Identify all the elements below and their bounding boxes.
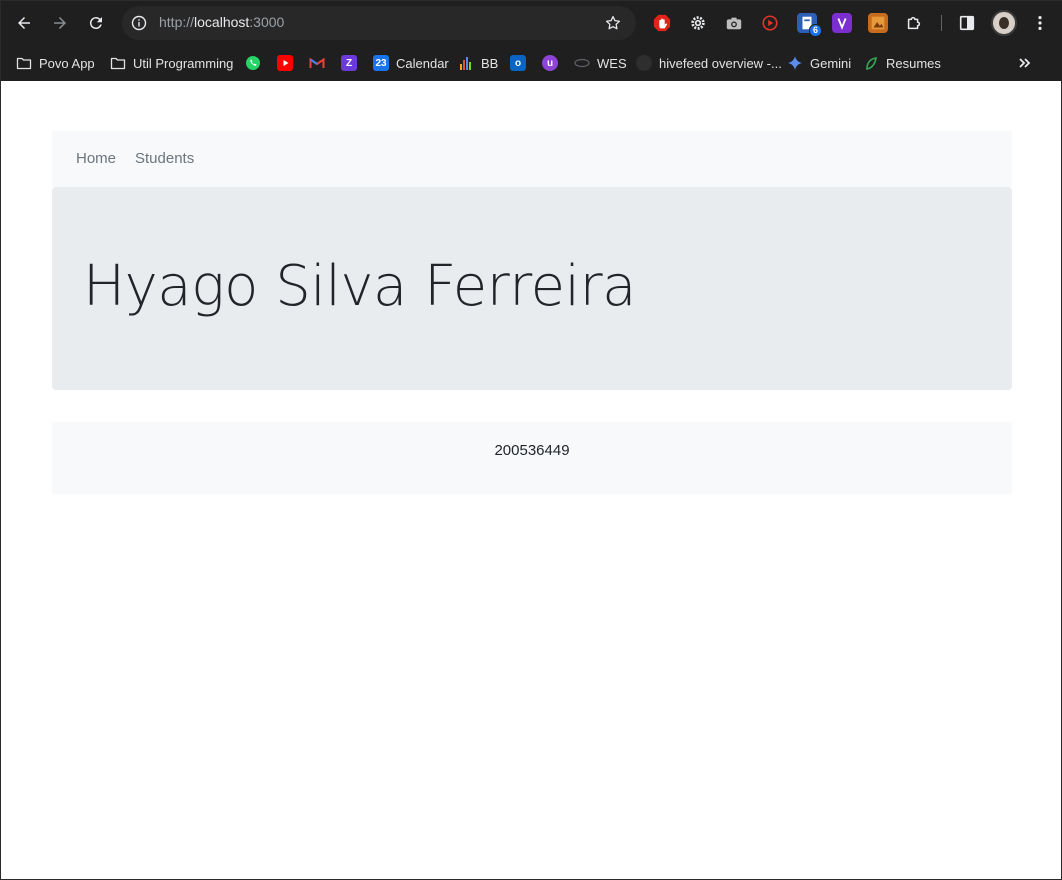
bookmark-gemini[interactable]: Gemini xyxy=(787,53,851,73)
student-name: Hyago Silva Ferreira xyxy=(83,254,636,319)
url-scheme: http:// xyxy=(159,14,195,30)
bookmark-label: BB xyxy=(481,55,499,71)
youtube-icon[interactable] xyxy=(277,55,293,71)
bookmark-povo-app[interactable]: Povo App xyxy=(16,53,95,73)
bookmark-label: Calendar xyxy=(396,55,449,71)
camera-icon[interactable] xyxy=(724,13,744,33)
url-host: localhost xyxy=(194,14,250,30)
bookmark-hivefeed[interactable]: hivefeed overview -... xyxy=(636,53,782,73)
leaf-icon xyxy=(863,55,879,71)
bar-chart-icon xyxy=(458,55,474,71)
photo-extension-icon[interactable] xyxy=(868,13,888,33)
side-panel-icon[interactable] xyxy=(957,13,977,33)
forward-arrow-icon xyxy=(54,17,66,29)
more-bookmarks-icon[interactable] xyxy=(1017,55,1033,71)
bookmark-star-icon[interactable] xyxy=(604,14,622,32)
profile-avatar[interactable] xyxy=(991,10,1017,36)
back-arrow-icon xyxy=(18,17,30,29)
bookmark-util-programming[interactable]: Util Programming xyxy=(110,53,233,73)
bookmark-label: WES xyxy=(597,55,627,71)
bookmark-label: hivefeed overview -... xyxy=(659,55,782,71)
nav-link-home[interactable]: Home xyxy=(76,150,116,167)
u-app-icon[interactable]: u xyxy=(542,55,558,71)
z-app-icon[interactable]: Z xyxy=(341,55,357,71)
gemini-icon xyxy=(787,55,803,71)
extension-badge-icon[interactable]: 6 xyxy=(797,13,822,37)
site-info-icon[interactable] xyxy=(131,15,147,31)
bookmark-bb[interactable]: BB xyxy=(458,53,498,73)
outlook-icon[interactable]: o xyxy=(510,55,526,71)
back-button[interactable] xyxy=(12,11,36,35)
puzzle-icon[interactable] xyxy=(904,13,924,33)
menu-kebab-icon[interactable] xyxy=(1030,13,1050,33)
wes-icon xyxy=(574,55,590,71)
extension-badge-count: 6 xyxy=(808,24,822,37)
bookmark-label: Povo App xyxy=(39,55,95,71)
folder-icon xyxy=(16,55,32,71)
bookmark-resumes[interactable]: Resumes xyxy=(863,53,941,73)
student-info-card: 200536449 xyxy=(52,422,1012,494)
gmail-icon[interactable] xyxy=(309,55,325,71)
calendar-icon: 23 xyxy=(373,55,389,71)
bookmark-label: Resumes xyxy=(886,55,941,71)
url-text[interactable]: http://localhost:3000 xyxy=(159,14,284,30)
bookmark-wes[interactable]: WES xyxy=(574,53,627,73)
hivefeed-icon xyxy=(636,55,652,71)
browser-chrome: http://localhost:3000 6 Povo App Util Pr… xyxy=(1,1,1062,81)
folder-icon xyxy=(110,55,126,71)
toolbar-separator xyxy=(941,15,942,31)
reload-icon xyxy=(89,17,102,30)
gear-icon[interactable] xyxy=(688,13,708,33)
bookmarks-bar: Povo App Util Programming Z 23 Calendar … xyxy=(1,45,1062,81)
reload-button[interactable] xyxy=(84,11,108,35)
address-bar[interactable]: http://localhost:3000 xyxy=(122,6,636,40)
nav-link-students[interactable]: Students xyxy=(135,150,194,167)
forward-button[interactable] xyxy=(48,11,72,35)
page-viewport: Home Students Hyago Silva Ferreira 20053… xyxy=(1,81,1061,879)
adblock-icon[interactable] xyxy=(652,13,672,33)
v-extension-icon[interactable] xyxy=(832,13,852,33)
record-icon[interactable] xyxy=(760,13,780,33)
top-navbar: Home Students xyxy=(52,131,1012,187)
whatsapp-icon[interactable] xyxy=(245,55,261,71)
bookmark-label: Util Programming xyxy=(133,55,234,71)
browser-toolbar: http://localhost:3000 6 xyxy=(1,1,1062,45)
student-header: Hyago Silva Ferreira xyxy=(52,187,1012,390)
bookmark-calendar[interactable]: 23 Calendar xyxy=(373,53,449,73)
student-id: 200536449 xyxy=(494,442,570,459)
bookmark-label: Gemini xyxy=(810,55,852,71)
url-port: :3000 xyxy=(249,14,285,30)
